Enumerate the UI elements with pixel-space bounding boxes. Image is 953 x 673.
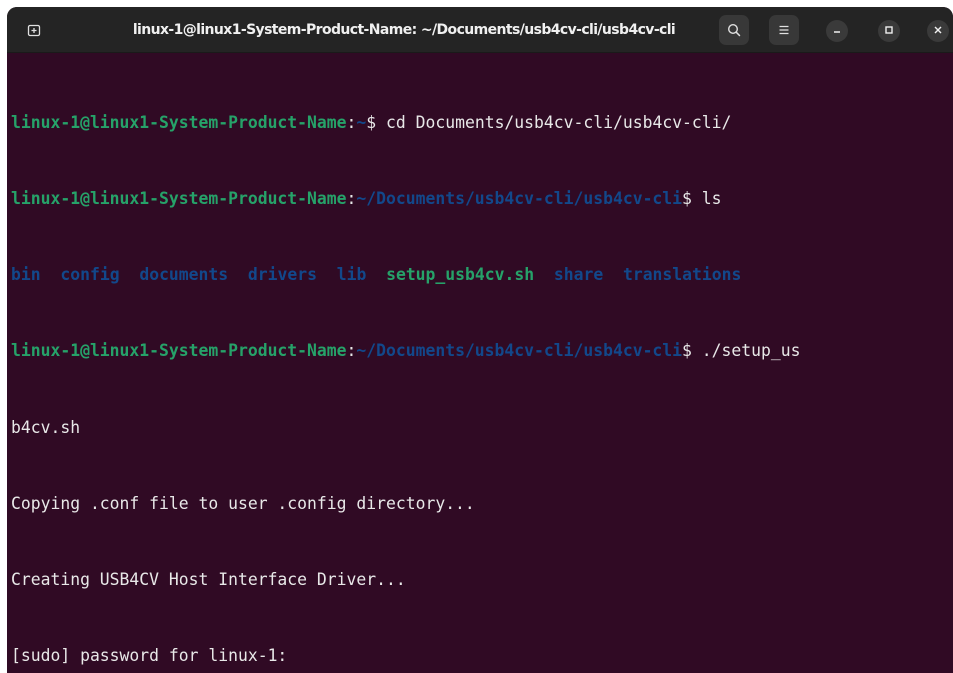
terminal-window: linux-1@linux1-System-Product-Name: ~/Do… [7,7,953,673]
terminal-line-6: Copying .conf file to user .config direc… [11,493,475,513]
close-button[interactable] [927,20,949,42]
prompt-path: ~/Documents/usb4cv-cli/usb4cv-cli [356,189,683,209]
ls-entry: lib [336,265,367,285]
terminal-line-2: linux-1@linux1-System-Product-Name:~/Doc… [11,186,953,211]
close-icon [933,22,943,40]
window-title: linux-1@linux1-System-Product-Name: ~/Do… [132,22,676,38]
prompt-path: ~ [356,112,367,132]
new-tab-button[interactable] [19,15,49,45]
prompt-dollar: $ [682,341,702,361]
prompt-user: linux-1@linux1-System-Product-Name [11,189,347,209]
command-text: ./setup_us [701,341,801,361]
minimize-icon [832,22,842,40]
prompt-user: linux-1@linux1-System-Product-Name [11,341,347,361]
ls-entry: translations [622,265,742,285]
ls-entry: share [553,265,604,285]
title-bar: linux-1@linux1-System-Product-Name: ~/Do… [7,7,953,53]
terminal-line-1: linux-1@linux1-System-Product-Name:~$ cd… [11,110,953,135]
ls-entry: drivers [247,265,317,285]
minimize-button[interactable] [826,20,848,42]
prompt-separator: : [346,341,357,361]
maximize-icon [884,22,894,40]
prompt-dollar: $ [366,112,387,132]
search-button[interactable] [719,15,749,45]
ls-entry: config [60,265,120,285]
terminal-line-5: b4cv.sh [11,417,81,437]
command-text: ls [701,189,722,209]
search-icon [726,22,742,38]
new-tab-icon [26,22,42,38]
command-text: cd Documents/usb4cv-cli/usb4cv-cli/ [386,112,732,132]
sudo-password-prompt: [sudo] password for linux-1: [11,646,298,666]
hamburger-menu-icon [776,22,792,38]
prompt-separator: : [346,189,357,209]
maximize-button[interactable] [878,20,900,42]
menu-button[interactable] [769,15,799,45]
prompt-dollar: $ [682,189,702,209]
ls-entry-executable: setup_usb4cv.sh [386,265,535,285]
prompt-user: linux-1@linux1-System-Product-Name [11,112,347,132]
ls-output-line: bin config documents drivers lib setup_u… [11,262,953,287]
terminal-output[interactable]: linux-1@linux1-System-Product-Name:~$ cd… [7,53,953,673]
prompt-separator: : [346,112,357,132]
terminal-line-7: Creating USB4CV Host Interface Driver... [11,570,406,590]
ls-entry: documents [139,265,229,285]
ls-entry: bin [11,265,41,285]
prompt-path: ~/Documents/usb4cv-cli/usb4cv-cli [356,341,683,361]
terminal-line-4: linux-1@linux1-System-Product-Name:~/Doc… [11,338,953,363]
